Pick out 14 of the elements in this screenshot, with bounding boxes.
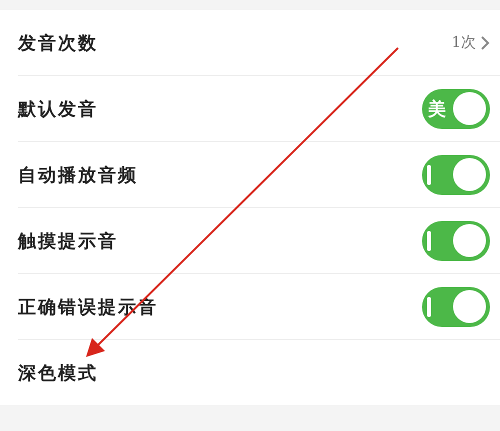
on-bar-icon xyxy=(426,230,432,250)
toggle-switch[interactable] xyxy=(422,154,490,194)
toggle-switch[interactable] xyxy=(422,220,490,260)
on-bar-icon xyxy=(426,164,432,184)
chevron-right-icon[interactable] xyxy=(480,34,490,50)
setting-label: 发音次数 xyxy=(18,32,98,54)
setting-label: 自动播放音频 xyxy=(18,164,138,186)
toggle-switch[interactable]: 美 xyxy=(422,88,490,128)
setting-value: 1次 xyxy=(451,33,476,52)
toggle-switch[interactable] xyxy=(422,286,490,326)
setting-label: 默认发音 xyxy=(18,98,98,120)
on-bar-icon xyxy=(426,296,432,316)
setting-label: 触摸提示音 xyxy=(18,230,118,252)
setting-label: 深色模式 xyxy=(18,362,98,384)
